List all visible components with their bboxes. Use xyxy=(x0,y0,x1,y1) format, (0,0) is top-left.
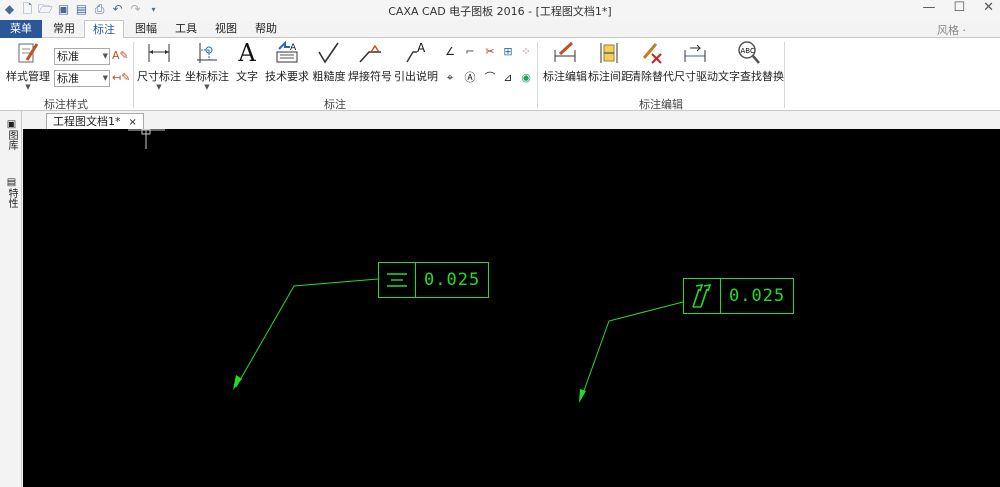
sphere-icon[interactable]: ◉ xyxy=(518,70,534,86)
edit-group-label: 标注编辑 xyxy=(639,98,683,111)
tab-menu[interactable]: 菜单 xyxy=(0,20,42,38)
library-icon: ▣ xyxy=(6,119,17,130)
dim-edit-button[interactable]: 标注编辑 xyxy=(542,40,588,84)
dimension-group-label: 标注 xyxy=(324,98,346,111)
text-button[interactable]: A 文字 xyxy=(232,40,262,84)
tab-tools[interactable]: 工具 xyxy=(168,20,204,38)
datum-target-icon[interactable]: Ⓐ xyxy=(462,70,478,86)
text-icon: A xyxy=(238,39,256,67)
leader-line-2 xyxy=(579,301,684,403)
chamfer-dim-icon[interactable]: ⌐ xyxy=(462,44,478,60)
close-tab-icon[interactable]: × xyxy=(129,117,137,128)
tolerance-value-cell: 0.025 xyxy=(416,263,488,297)
welding-symbol-button[interactable]: 焊接符号 xyxy=(348,40,392,84)
maximize-button[interactable]: ☐ xyxy=(953,0,965,15)
chevron-down-icon: ▼ xyxy=(25,83,31,91)
tab-common[interactable]: 常用 xyxy=(46,20,82,38)
dimension-icon xyxy=(148,44,170,62)
title-bar: ◆ 🗋 🗁 ▣ ▤ ⎙ ↶ ↷ ▾ CAXA CAD 电子图板 2016 - [… xyxy=(0,0,1000,20)
roughness-icon xyxy=(318,42,339,64)
find-replace-text-button[interactable]: ABC 文字查找替换 xyxy=(718,40,784,84)
drawing-canvas[interactable]: 0.025 0.025 xyxy=(23,129,1000,487)
dim-style-combo[interactable]: 标准 ▼ xyxy=(54,70,110,87)
leader-note-icon: A xyxy=(406,41,426,63)
svg-text:A: A xyxy=(290,43,297,53)
datum-icon[interactable]: ⊞ xyxy=(500,44,516,60)
tech-requirement-button[interactable]: A 技术要求 xyxy=(264,40,310,84)
svg-text:A: A xyxy=(417,41,426,55)
chevron-down-icon: ▼ xyxy=(156,83,162,91)
properties-icon: ▤ xyxy=(6,177,17,188)
feature-control-frame-1[interactable]: 0.025 xyxy=(378,262,490,298)
tech-requirement-icon: A xyxy=(276,40,298,63)
tolerance-value-cell: 0.025 xyxy=(721,279,793,313)
tab-annotation[interactable]: 标注 xyxy=(84,20,124,39)
dim-drive-icon xyxy=(684,44,706,62)
style-group-label: 标注样式 xyxy=(44,98,88,111)
text-style-icon[interactable]: A✎ xyxy=(112,48,129,64)
document-tabs: 工程图文档1* × xyxy=(0,111,1000,129)
ribbon-tabs: 菜单 常用 标注 图幅 工具 视图 帮助 xyxy=(0,20,1000,39)
group-divider xyxy=(784,42,785,108)
total-runout-icon xyxy=(684,279,721,313)
dim-spacing-button[interactable]: 标注间距 xyxy=(588,40,632,84)
dimension-button[interactable]: 尺寸标注 ▼ xyxy=(136,40,182,91)
dim-edit-icon xyxy=(554,41,576,62)
symmetry-icon xyxy=(379,263,416,297)
angle-dim-icon[interactable]: ∠ xyxy=(442,44,458,60)
close-button[interactable]: ✕ xyxy=(983,0,994,15)
center-mark-icon[interactable]: ⁘ xyxy=(518,44,534,60)
intersection-mark-icon[interactable]: ✂ xyxy=(482,44,498,60)
window-controls: — ☐ ✕ xyxy=(922,0,994,15)
coordinate-dim-icon xyxy=(197,43,217,63)
style-manager-icon xyxy=(18,43,39,63)
chevron-down-icon: ▼ xyxy=(102,74,108,82)
magnifier-icon: ABC xyxy=(738,41,760,64)
welding-symbol-icon xyxy=(359,44,381,63)
style-manager-button[interactable]: 样式管理 ▼ xyxy=(6,40,50,91)
dim-drive-button[interactable]: 尺寸驱动 xyxy=(674,40,718,84)
clear-override-button[interactable]: 清除替代 xyxy=(630,40,674,84)
document-tab[interactable]: 工程图文档1* × xyxy=(46,113,144,129)
style-selector[interactable]: 风格 · xyxy=(937,22,966,38)
document-tab-label: 工程图文档1* xyxy=(53,115,121,128)
side-panel: ▣图库 ▤特性 xyxy=(0,111,22,487)
feature-control-frame-2[interactable]: 0.025 xyxy=(683,278,795,314)
coordinate-dim-button[interactable]: 坐标标注 ▼ xyxy=(184,40,230,91)
dim-style-icon[interactable]: ↤✎ xyxy=(112,70,130,86)
roughness-button[interactable]: 粗糙度 xyxy=(312,40,346,84)
tab-sheet[interactable]: 图幅 xyxy=(128,20,164,38)
dim-spacing-icon xyxy=(600,43,618,63)
library-panel-tab[interactable]: ▣图库 xyxy=(4,119,19,150)
chevron-down-icon: ▼ xyxy=(102,52,108,60)
style-manager-label: 样式管理 xyxy=(6,70,50,83)
chevron-down-icon: ▼ xyxy=(204,83,210,91)
ribbon-panel: 样式管理 ▼ 标准 ▼ 标准 ▼ A✎ ↤✎ 标注样式 尺寸标注 ▼ 坐标标注 … xyxy=(0,38,1000,111)
window-title: CAXA CAD 电子图板 2016 - [工程图文档1*] xyxy=(388,5,612,18)
minimize-button[interactable]: — xyxy=(922,0,935,15)
drawing-layer xyxy=(128,129,684,403)
tab-help[interactable]: 帮助 xyxy=(248,20,284,38)
tolerance-value: 0.025 xyxy=(729,286,786,306)
tolerance-value: 0.025 xyxy=(424,270,481,290)
text-style-combo[interactable]: 标准 ▼ xyxy=(54,48,110,65)
hole-dim-icon[interactable]: ⌖ xyxy=(442,70,458,86)
leader-line-1 xyxy=(233,278,379,390)
properties-panel-tab[interactable]: ▤特性 xyxy=(4,177,19,208)
arc-length-icon[interactable]: ⌒ xyxy=(482,70,498,86)
clear-override-icon xyxy=(642,43,662,64)
tab-view[interactable]: 视图 xyxy=(208,20,244,38)
leader-note-button[interactable]: A 引出说明 xyxy=(394,40,438,84)
crosshair-cursor-icon xyxy=(128,129,165,149)
feature-icon[interactable]: ⊿ xyxy=(500,70,516,86)
abc-label: ABC xyxy=(741,47,755,55)
